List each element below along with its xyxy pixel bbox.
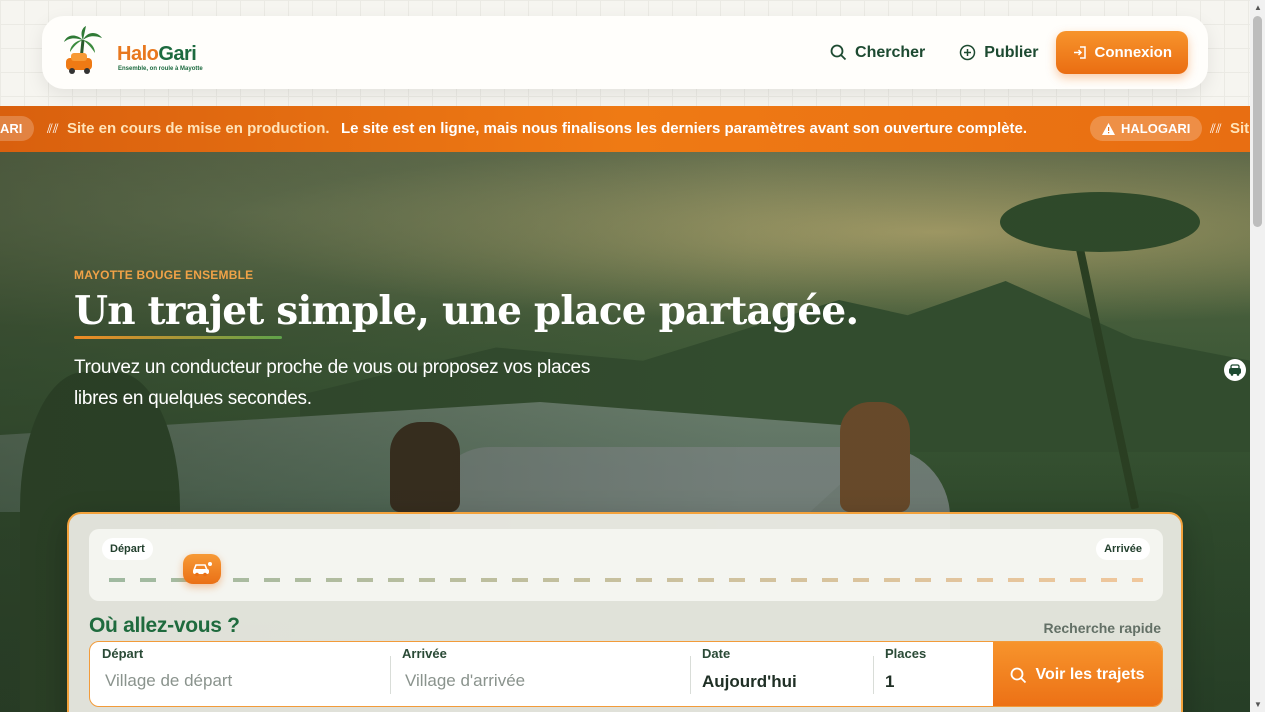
route-end-label: Arrivée	[1096, 538, 1150, 560]
ticker-badge-left: ARI	[0, 116, 35, 141]
depart-label: Départ	[102, 646, 144, 661]
login-button[interactable]: Connexion	[1055, 31, 1188, 74]
logo-wordmark: HaloGari	[117, 43, 197, 65]
search-submit-label: Voir les trajets	[1035, 666, 1145, 683]
depart-field: Départ	[90, 642, 390, 706]
ticker-stripes-icon: ⫽⫽	[1210, 121, 1222, 136]
date-value: Aujourd'hui	[702, 672, 797, 691]
ticker-badge-right: HALOGARI	[1090, 116, 1203, 141]
hero-title-underline	[74, 336, 282, 339]
hero-title: Un trajet simple, une place partagée.	[74, 288, 859, 334]
arrivee-label: Arrivée	[402, 646, 447, 661]
search-submit-button[interactable]: Voir les trajets	[993, 642, 1162, 706]
side-widget-icon[interactable]	[1224, 359, 1246, 381]
scroll-down-icon[interactable]: ▼	[1254, 700, 1262, 709]
hero-section: MAYOTTE BOUGE ENSEMBLE Un trajet simple,…	[0, 152, 1250, 712]
search-card: Départ Arrivée Où allez-vous ? Recherche…	[67, 512, 1183, 712]
places-field[interactable]: Places 1	[873, 642, 993, 706]
announcement-ticker: ARI ⫽⫽ Site en cours de mise en producti…	[0, 106, 1250, 152]
car-icon	[183, 554, 221, 584]
ticker-message: Le site est en ligne, mais nous finaliso…	[341, 120, 1028, 137]
ticker-strong-text: Site en cours de mise en production.	[67, 120, 330, 137]
search-icon	[830, 44, 847, 61]
arrivee-input[interactable]	[405, 671, 665, 691]
warning-icon	[1102, 122, 1115, 135]
login-label: Connexion	[1094, 44, 1173, 61]
date-label: Date	[702, 646, 731, 661]
hero-subtitle: Trouvez un conducteur proche de vous ou …	[74, 357, 591, 409]
logo-palm-car-icon	[64, 26, 102, 74]
site-header: HaloGari Ensemble, on roule à Mayotte Ch…	[42, 16, 1208, 89]
nav-search-link[interactable]: Chercher	[813, 31, 942, 74]
hero-kicker: MAYOTTE BOUGE ENSEMBLE	[74, 268, 254, 282]
scroll-up-icon[interactable]: ▲	[1254, 3, 1262, 12]
scroll-thumb[interactable]	[1253, 16, 1262, 227]
route-visual: Départ Arrivée	[89, 529, 1163, 601]
main-nav: Chercher Publier Connexion	[813, 31, 1188, 74]
logo-tagline: Ensemble, on roule à Mayotte	[118, 66, 203, 72]
places-label: Places	[885, 646, 927, 661]
search-title: Où allez-vous ?	[89, 614, 240, 637]
logo[interactable]: HaloGari Ensemble, on roule à Mayotte	[62, 26, 203, 78]
ticker-stripes-icon: ⫽⫽	[47, 121, 59, 136]
page-scrollbar[interactable]: ▲ ▼	[1250, 0, 1265, 712]
date-field[interactable]: Date Aujourd'hui	[690, 642, 873, 706]
plus-circle-icon	[960, 44, 976, 61]
nav-publish-label: Publier	[984, 43, 1039, 61]
nav-search-label: Chercher	[855, 43, 926, 61]
depart-input[interactable]	[105, 671, 365, 691]
quick-search-link[interactable]: Recherche rapide	[1044, 620, 1162, 636]
nav-publish-link[interactable]: Publier	[942, 31, 1055, 74]
ticker-strong-text-cut: Sit	[1230, 120, 1250, 137]
route-start-label: Départ	[102, 538, 153, 560]
search-form: Départ Arrivée Date Aujourd'hui Places 1…	[89, 641, 1163, 707]
login-icon	[1073, 46, 1086, 59]
search-icon	[1011, 667, 1027, 683]
arrivee-field: Arrivée	[390, 642, 690, 706]
route-dashed-line	[109, 578, 1143, 582]
places-value: 1	[885, 672, 895, 691]
